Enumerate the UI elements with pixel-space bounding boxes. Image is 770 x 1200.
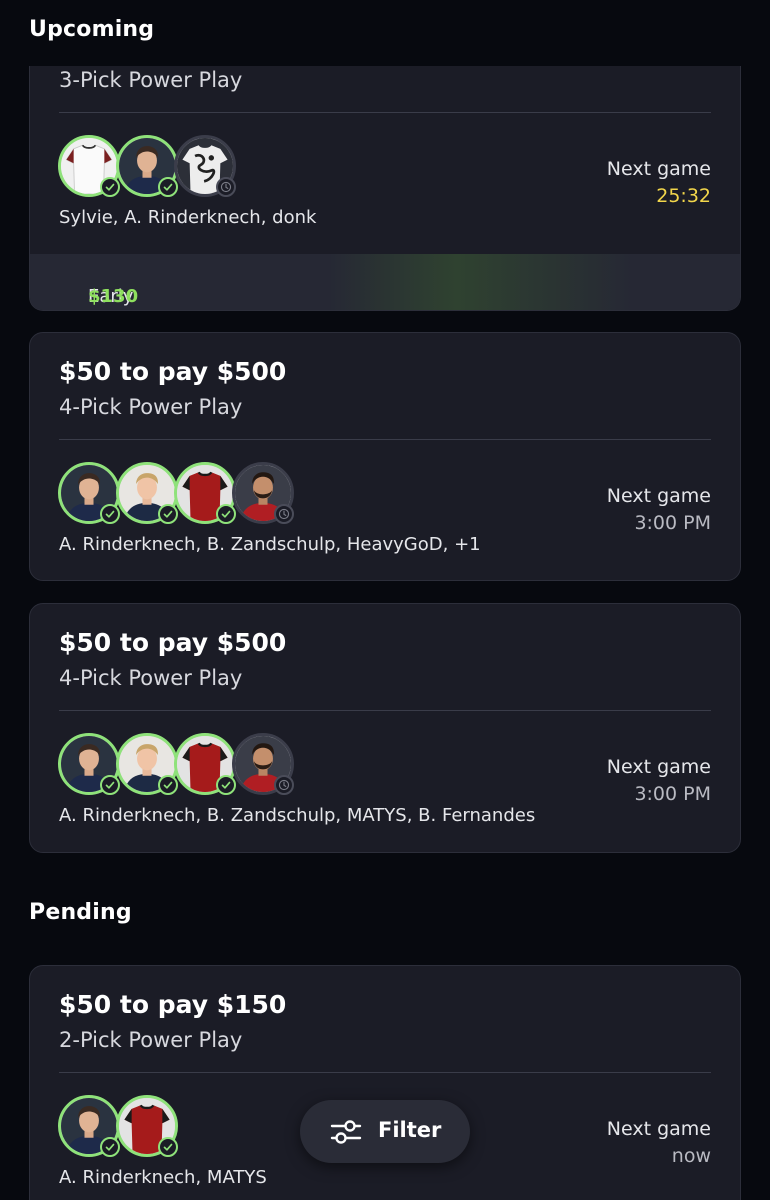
stake-payout: $50 to pay $500 <box>59 628 287 657</box>
next-game: Next game 3:00 PM <box>607 483 711 537</box>
stake-payout: $50 to pay $150 <box>59 990 287 1019</box>
play-type: 2-Pick Power Play <box>59 1028 243 1052</box>
next-game-label: Next game <box>606 1118 711 1140</box>
clock-icon <box>274 775 294 795</box>
check-icon <box>100 1137 120 1157</box>
early-payout-amount: $130 <box>88 286 139 307</box>
divider <box>59 710 711 711</box>
filter-button[interactable]: Filter <box>300 1100 470 1163</box>
player-names: Sylvie, A. Rinderknech, donk <box>59 207 317 228</box>
check-icon <box>100 504 120 524</box>
player-names: A. Rinderknech, B. Zandschulp, MATYS, B.… <box>59 805 536 826</box>
player-avatars <box>58 462 298 524</box>
next-game-time: 3:00 PM <box>634 783 711 805</box>
check-icon <box>158 1137 178 1157</box>
play-type: 4-Pick Power Play <box>59 666 243 690</box>
player-avatars <box>58 733 298 795</box>
entry-card[interactable]: 3-Pick Power Play Sylvie, A. Rinderknech… <box>29 40 741 311</box>
next-game-label: Next game <box>606 158 711 180</box>
check-icon <box>100 177 120 197</box>
next-game-time: 3:00 PM <box>634 512 711 534</box>
next-game: Next game 3:00 PM <box>607 754 711 808</box>
player-avatars <box>58 135 238 197</box>
section-title-upcoming: Upcoming <box>29 17 155 42</box>
play-type: 3-Pick Power Play <box>59 68 243 92</box>
entries-screen: 3-Pick Power Play Sylvie, A. Rinderknech… <box>0 0 770 1200</box>
player-names: A. Rinderknech, B. Zandschulp, HeavyGoD,… <box>59 534 481 555</box>
check-icon <box>158 504 178 524</box>
section-title-pending: Pending <box>29 900 132 925</box>
stake-payout: $50 to pay $500 <box>59 357 287 386</box>
divider <box>59 112 711 113</box>
next-game-label: Next game <box>606 485 711 507</box>
player-names: A. Rinderknech, MATYS <box>59 1167 267 1188</box>
next-game: Next game now <box>607 1116 711 1170</box>
entry-card[interactable]: $50 to pay $150 2-Pick Power Play A. Rin… <box>29 965 741 1200</box>
next-game-time: now <box>671 1145 711 1167</box>
early-payout-banner[interactable]: Early Payout available, $130 <box>30 254 740 310</box>
check-icon <box>216 775 236 795</box>
play-type: 4-Pick Power Play <box>59 395 243 419</box>
next-game-label: Next game <box>606 756 711 778</box>
header: Upcoming <box>0 0 770 66</box>
filter-label: Filter <box>378 1118 442 1142</box>
sliders-icon <box>330 1118 362 1150</box>
clock-icon <box>274 504 294 524</box>
divider <box>59 439 711 440</box>
check-icon <box>158 775 178 795</box>
check-icon <box>158 177 178 197</box>
check-icon <box>100 775 120 795</box>
next-game: Next game 25:32 <box>607 156 711 210</box>
divider <box>59 1072 711 1073</box>
next-game-countdown: 25:32 <box>656 185 711 207</box>
check-icon <box>216 504 236 524</box>
entry-card[interactable]: $50 to pay $500 4-Pick Power Play A. Rin… <box>29 603 741 853</box>
player-avatars <box>58 1095 182 1157</box>
clock-icon <box>216 177 236 197</box>
entry-card[interactable]: $50 to pay $500 4-Pick Power Play A. Rin… <box>29 332 741 581</box>
